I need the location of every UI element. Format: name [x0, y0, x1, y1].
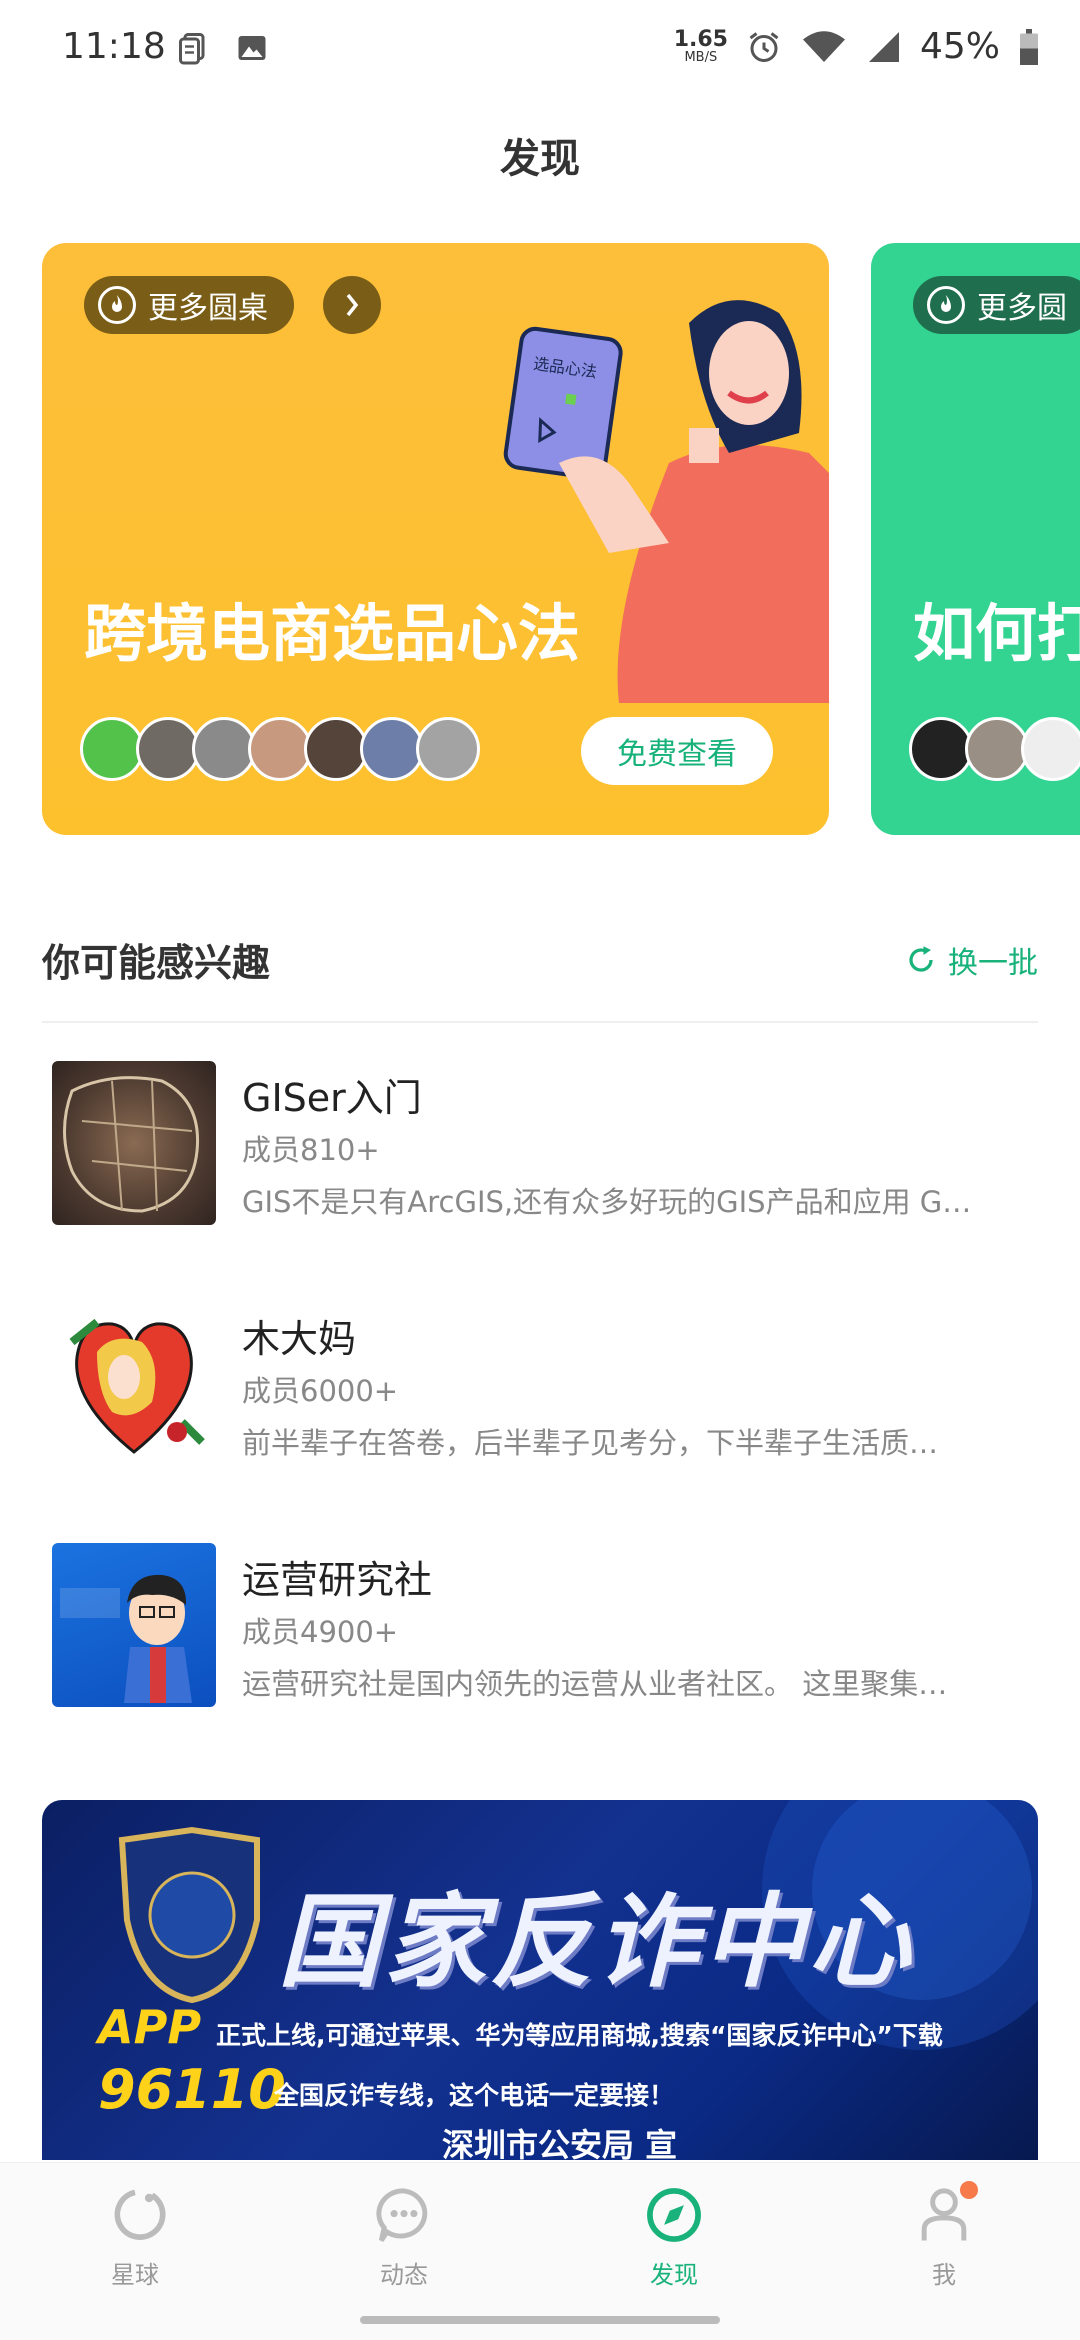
group-name: 运营研究社: [242, 1558, 433, 1602]
image-icon: [238, 36, 266, 60]
bottom-nav: 星球 动态 发现 我: [0, 2162, 1080, 2340]
chevron-right-button[interactable]: [323, 276, 381, 334]
avatar: [192, 717, 256, 781]
status-bar: 11:18 1.65 MB/S 45%: [0, 0, 1080, 96]
group-members: 成员810+: [242, 1133, 380, 1167]
avatar: [909, 717, 973, 781]
nav-item-me[interactable]: 我: [864, 2181, 1024, 2290]
signal-icon: [868, 31, 899, 62]
group-desc: 前半辈子在答卷，后半辈子见考分，下半辈子生活质…: [242, 1426, 939, 1460]
avatar: [80, 717, 144, 781]
banner-title: 国家反诈中心: [278, 1883, 914, 2002]
divider: [42, 1021, 1038, 1023]
group-desc: 运营研究社是国内领先的运营从业者社区。 这里聚集…: [242, 1667, 948, 1701]
banner-phone-text: 全国反诈专线，这个电话一定要接！: [274, 2081, 675, 2110]
net-speed: 1.65 MB/S: [673, 27, 728, 65]
fire-icon: [98, 286, 136, 324]
avatar: [416, 717, 480, 781]
group-thumbnail: [52, 1302, 216, 1466]
heart-portrait-icon: [69, 1318, 205, 1454]
group-desc: GIS不是只有ArcGIS,还有众多好玩的GIS产品和应用 G…: [242, 1185, 972, 1219]
section-title: 你可能感兴趣: [42, 941, 271, 985]
nav-item-discover[interactable]: 发现: [594, 2181, 754, 2290]
cartoon-person-icon: [60, 1574, 192, 1703]
compass-icon: [647, 2188, 701, 2242]
battery-text: 45%: [919, 26, 1000, 67]
notification-badge: [960, 2181, 978, 2199]
home-indicator[interactable]: [360, 2316, 720, 2324]
card-title: 跨境电商选品心法: [84, 597, 581, 670]
wifi-icon: [802, 30, 845, 62]
page-title: 发现: [500, 136, 580, 182]
free-view-button[interactable]: 免费查看: [581, 717, 773, 785]
battery-icon: [1020, 28, 1038, 65]
avatar: [360, 717, 424, 781]
chat-icon: [376, 2188, 428, 2242]
group-members: 成员6000+: [242, 1374, 399, 1408]
participant-avatars: [80, 717, 480, 781]
featured-card[interactable]: 选品心法 更多圆桌 跨境电商选品心法 免费查看: [42, 243, 829, 835]
banner-phone-label: 96110: [98, 2058, 286, 2121]
more-roundtable-button[interactable]: 更多圆桌: [84, 276, 294, 334]
banner-app-label: APP: [98, 2000, 202, 2054]
list-item[interactable]: 木大妈 成员6000+ 前半辈子在答卷，后半辈子见考分，下半辈子生活质…: [52, 1302, 1042, 1472]
fire-icon: [927, 286, 965, 324]
map-icon: [63, 1076, 200, 1213]
alarm-icon: [749, 31, 779, 62]
avatar: [304, 717, 368, 781]
list-item[interactable]: GISer入门 成员810+ GIS不是只有ArcGIS,还有众多好玩的GIS产…: [52, 1061, 1042, 1231]
banner-bottom-text: 深圳市公安局 宣: [442, 2126, 678, 2160]
group-thumbnail: [52, 1061, 216, 1225]
doc-icon: [179, 33, 205, 65]
chevron-right-icon: [346, 293, 359, 317]
participant-avatars: [909, 717, 1080, 781]
status-time: 11:18: [62, 26, 166, 67]
group-members: 成员4900+: [242, 1615, 399, 1649]
more-roundtable-button[interactable]: 更多圆: [913, 276, 1080, 334]
group-name: 木大妈: [242, 1317, 357, 1361]
nav-item-planet[interactable]: 星球: [55, 2181, 215, 2290]
banner-app-text: 正式上线,可通过苹果、华为等应用商城,搜索“国家反诈中心”下载: [216, 2021, 943, 2050]
avatar: [965, 717, 1029, 781]
featured-carousel[interactable]: 选品心法 更多圆桌 跨境电商选品心法 免费查看 更多圆 如何打: [0, 243, 1080, 835]
avatar: [1021, 717, 1080, 781]
refresh-icon: [909, 946, 933, 972]
card-title: 如何打: [913, 597, 1080, 670]
group-name: GISer入门: [242, 1076, 422, 1120]
list-item[interactable]: 运营研究社 成员4900+ 运营研究社是国内领先的运营从业者社区。 这里聚集…: [52, 1543, 1042, 1713]
group-thumbnail: [52, 1543, 216, 1707]
nav-item-feed[interactable]: 动态: [324, 2181, 484, 2290]
refresh-button[interactable]: 换一批: [906, 938, 1038, 982]
avatar: [136, 717, 200, 781]
planet-icon: [114, 2189, 166, 2240]
featured-card-next[interactable]: 更多圆 如何打: [871, 243, 1080, 835]
anti-fraud-banner[interactable]: 国家反诈中心 APP 正式上线,可通过苹果、华为等应用商城,搜索“国家反诈中心”…: [42, 1800, 1038, 2160]
avatar: [248, 717, 312, 781]
